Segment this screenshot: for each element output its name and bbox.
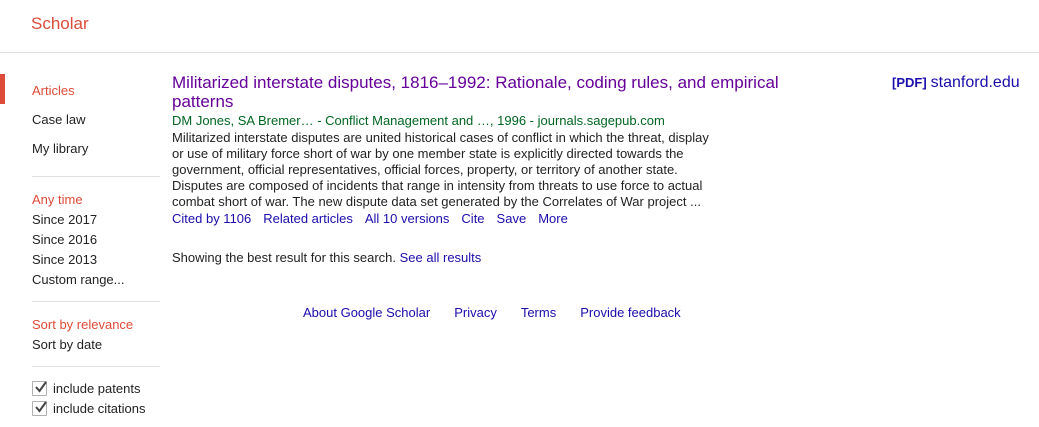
filter-since-2016[interactable]: Since 2016 [32,232,97,247]
cite-link[interactable]: Cite [461,211,484,226]
active-indicator [0,74,5,104]
include-patents-checkbox[interactable]: include patents [32,381,140,396]
footer: About Google Scholar Privacy Terms Provide … [303,305,705,320]
sort-by-date[interactable]: Sort by date [32,337,102,352]
footer-about-link[interactable]: About Google Scholar [303,305,430,320]
include-citations-checkbox[interactable]: include citations [32,401,146,416]
related-articles-link[interactable]: Related articles [263,211,353,226]
footer-terms-link[interactable]: Terms [521,305,556,320]
best-result-notice: Showing the best result for this search.… [172,250,481,265]
nav-case-law[interactable]: Case law [32,112,85,127]
sidebar-divider [32,366,160,367]
all-versions-link[interactable]: All 10 versions [365,211,450,226]
filter-custom-range[interactable]: Custom range... [32,272,125,287]
more-link[interactable]: More [538,211,568,226]
see-all-results-link[interactable]: See all results [400,250,482,265]
nav-my-library[interactable]: My library [32,141,88,156]
result-snippet: Militarized interstate disputes are unit… [172,130,709,209]
checkmark-icon [32,401,47,416]
filter-since-2017[interactable]: Since 2017 [32,212,97,227]
nav-articles[interactable]: Articles [32,83,75,98]
best-result-text: Showing the best result for this search. [172,250,397,265]
pdf-domain: stanford.edu [930,74,1020,91]
pdf-link[interactable]: [PDF] stanford.edu [892,74,1020,92]
result-actions: Cited by 1106 Related articles All 10 vers… [172,211,792,227]
include-patents-label: include patents [53,381,141,396]
sort-by-relevance[interactable]: Sort by relevance [32,317,133,332]
pdf-tag: [PDF] [892,75,927,90]
footer-privacy-link[interactable]: Privacy [454,305,497,320]
footer-feedback-link[interactable]: Provide feedback [580,305,680,320]
cited-by-link[interactable]: Cited by 1106 [172,211,251,226]
save-link[interactable]: Save [497,211,527,226]
filter-since-2013[interactable]: Since 2013 [32,252,97,267]
scholar-logo[interactable]: Scholar [31,14,89,34]
checkmark-icon [32,381,47,396]
result-title-link[interactable]: Militarized interstate disputes, 1816–19… [172,73,792,111]
search-result: Militarized interstate disputes, 1816–19… [172,73,792,227]
filter-any-time[interactable]: Any time [32,192,83,207]
result-authors: DM Jones, SA Bremer… - Conflict Manageme… [172,113,665,128]
sidebar-divider [32,176,160,177]
sidebar-divider [32,301,160,302]
top-bar: Scholar [0,0,1039,53]
include-citations-label: include citations [53,401,146,416]
